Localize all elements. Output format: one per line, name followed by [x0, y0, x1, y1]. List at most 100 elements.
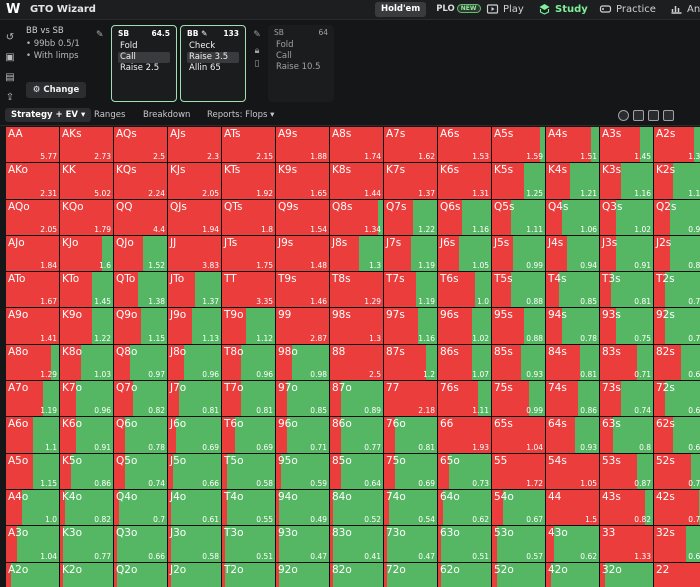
- hand-cell[interactable]: QJo 1.52: [114, 235, 167, 272]
- hand-cell[interactable]: 63s 0.8: [600, 417, 653, 453]
- hand-cell[interactable]: A5o 1.15: [6, 453, 59, 489]
- hand-cell[interactable]: K8o 1.03: [60, 344, 113, 381]
- grid-view-icon[interactable]: [648, 110, 659, 121]
- hand-cell[interactable]: Q6s 1.16: [438, 199, 491, 235]
- hand-cell[interactable]: T7o 0.81: [222, 381, 275, 417]
- hand-cell[interactable]: K2o0.74: [60, 562, 113, 587]
- hand-cell[interactable]: J3s 0.91: [600, 235, 653, 272]
- hand-cell[interactable]: 96s 1.02: [438, 308, 491, 344]
- hand-cell[interactable]: J3o 0.58: [168, 526, 221, 562]
- hand-cell[interactable]: Q5o 0.74: [114, 453, 167, 489]
- action-call[interactable]: Call: [274, 51, 328, 62]
- hand-cell[interactable]: Q2o0.63: [114, 562, 167, 587]
- hand-cell[interactable]: JJ 3.83: [168, 235, 221, 272]
- save-icon[interactable]: ▣: [2, 50, 18, 66]
- hand-cell[interactable]: 87o 0.89: [330, 381, 383, 417]
- nav-study[interactable]: Study: [538, 3, 588, 15]
- hand-cell[interactable]: J9s 1.48: [276, 235, 329, 272]
- gto-wizard-logo[interactable]: W: [6, 3, 20, 17]
- hand-cell[interactable]: T6o 0.69: [222, 417, 275, 453]
- hand-cell[interactable]: K4s 1.21: [546, 163, 599, 199]
- hand-cell[interactable]: 84s 0.81: [546, 344, 599, 381]
- hand-cell[interactable]: Q8s 1.34: [330, 199, 383, 235]
- hand-cell[interactable]: 92s 0.72: [654, 308, 700, 344]
- hand-cell[interactable]: 64s 0.93: [546, 417, 599, 453]
- hand-cell[interactable]: 96o 0.71: [276, 417, 329, 453]
- hand-cell[interactable]: 75s 0.99: [492, 381, 545, 417]
- hand-cell[interactable]: 65o 0.73: [438, 453, 491, 489]
- pencil-icon[interactable]: ✎: [251, 30, 263, 40]
- hand-cell[interactable]: 72o0.4: [384, 562, 437, 587]
- hand-cell[interactable]: 85o 0.64: [330, 453, 383, 489]
- hand-cell[interactable]: 87s 1.2: [384, 344, 437, 381]
- node-bb-1[interactable]: BB ✎ 133 Check Raise 3.5 Allin 65: [180, 25, 246, 102]
- hand-cell[interactable]: K8s 1.44: [330, 163, 383, 199]
- hand-cell[interactable]: T2s 0.79: [654, 272, 700, 308]
- hand-cell[interactable]: 85s 0.93: [492, 344, 545, 381]
- hand-cell[interactable]: QTo 1.38: [114, 272, 167, 308]
- hand-cell[interactable]: 82o0.42: [330, 562, 383, 587]
- hand-cell[interactable]: Q8o 0.97: [114, 344, 167, 381]
- hand-cell[interactable]: A5s 1.59: [492, 127, 545, 163]
- hand-cell[interactable]: JTo 1.37: [168, 272, 221, 308]
- hand-cell[interactable]: 43s 0.82: [600, 489, 653, 526]
- hand-cell[interactable]: TT 3.35: [222, 272, 275, 308]
- hand-cell[interactable]: K4o 0.82: [60, 489, 113, 526]
- hand-cell[interactable]: KQs 2.24: [114, 163, 167, 199]
- hand-cell[interactable]: J6s 1.05: [438, 235, 491, 272]
- hand-cell[interactable]: T4o 0.55: [222, 489, 275, 526]
- nav-practice[interactable]: Practice: [599, 3, 656, 15]
- hand-cell[interactable]: A8o 1.29: [6, 344, 59, 381]
- hand-cell[interactable]: 83o 0.41: [330, 526, 383, 562]
- hand-cell[interactable]: 52o0.47: [492, 562, 545, 587]
- hand-cell[interactable]: A2o0.98: [6, 562, 59, 587]
- hand-cell[interactable]: 93o 0.47: [276, 526, 329, 562]
- hand-cell[interactable]: K2s 1.13: [654, 163, 700, 199]
- hand-cell[interactable]: J5o 0.66: [168, 453, 221, 489]
- hand-cell[interactable]: KJo 1.6: [60, 235, 113, 272]
- hand-cell[interactable]: KTo 1.45: [60, 272, 113, 308]
- hand-cell[interactable]: A6o 1.1: [6, 417, 59, 453]
- hand-cell[interactable]: 73o 0.47: [384, 526, 437, 562]
- hand-cell[interactable]: Q3o 0.66: [114, 526, 167, 562]
- hand-cell[interactable]: 95o 0.59: [276, 453, 329, 489]
- hand-cell[interactable]: T3o 0.51: [222, 526, 275, 562]
- hand-cell[interactable]: 65s 1.04: [492, 417, 545, 453]
- action-call[interactable]: Call: [118, 52, 170, 63]
- hand-cell[interactable]: J7s 1.19: [384, 235, 437, 272]
- hand-cell[interactable]: A7o 1.19: [6, 381, 59, 417]
- hand-cell[interactable]: T9s 1.46: [276, 272, 329, 308]
- circle-view-icon[interactable]: [618, 110, 629, 121]
- hand-cell[interactable]: 84o 0.52: [330, 489, 383, 526]
- tab-breakdown[interactable]: Breakdown: [143, 110, 190, 120]
- action-raise[interactable]: Raise 3.5: [187, 52, 239, 63]
- hand-cell[interactable]: 75o 0.69: [384, 453, 437, 489]
- hand-cell[interactable]: 95s 0.88: [492, 308, 545, 344]
- hand-cell[interactable]: T5o 0.58: [222, 453, 275, 489]
- hand-cell[interactable]: 77 2.18: [384, 381, 437, 417]
- tab-ranges[interactable]: Ranges: [94, 110, 125, 120]
- hand-cell[interactable]: K9o 1.22: [60, 308, 113, 344]
- hand-cell[interactable]: Q5s 1.11: [492, 199, 545, 235]
- hand-cell[interactable]: Q6o 0.78: [114, 417, 167, 453]
- tab-plo[interactable]: PLO NEW: [430, 2, 486, 17]
- hand-cell[interactable]: 72s 0.66: [654, 381, 700, 417]
- tab-holdem[interactable]: Hold'em: [375, 2, 427, 17]
- hand-cell[interactable]: T6s 1.0: [438, 272, 491, 308]
- hand-cell[interactable]: 221.21: [654, 562, 700, 587]
- hand-cell[interactable]: AQs 2.5: [114, 127, 167, 163]
- hand-cell[interactable]: K6s 1.31: [438, 163, 491, 199]
- hand-cell[interactable]: 62s 0.68: [654, 417, 700, 453]
- hand-cell[interactable]: Q4s 1.06: [546, 199, 599, 235]
- book-icon[interactable]: ▯: [251, 59, 263, 69]
- hand-cell[interactable]: AA 5.77: [6, 127, 59, 163]
- hand-cell[interactable]: A7s 1.62: [384, 127, 437, 163]
- hand-cell[interactable]: ATo 1.67: [6, 272, 59, 308]
- hand-cell[interactable]: A2s 1.39: [654, 127, 700, 163]
- hand-cell[interactable]: Q2s 0.99: [654, 199, 700, 235]
- hand-cell[interactable]: QJs 1.94: [168, 199, 221, 235]
- hand-cell[interactable]: 63o 0.51: [438, 526, 491, 562]
- hand-cell[interactable]: A9s 1.88: [276, 127, 329, 163]
- hand-cell[interactable]: 33 1.33: [600, 526, 653, 562]
- hand-cell[interactable]: T8o 0.96: [222, 344, 275, 381]
